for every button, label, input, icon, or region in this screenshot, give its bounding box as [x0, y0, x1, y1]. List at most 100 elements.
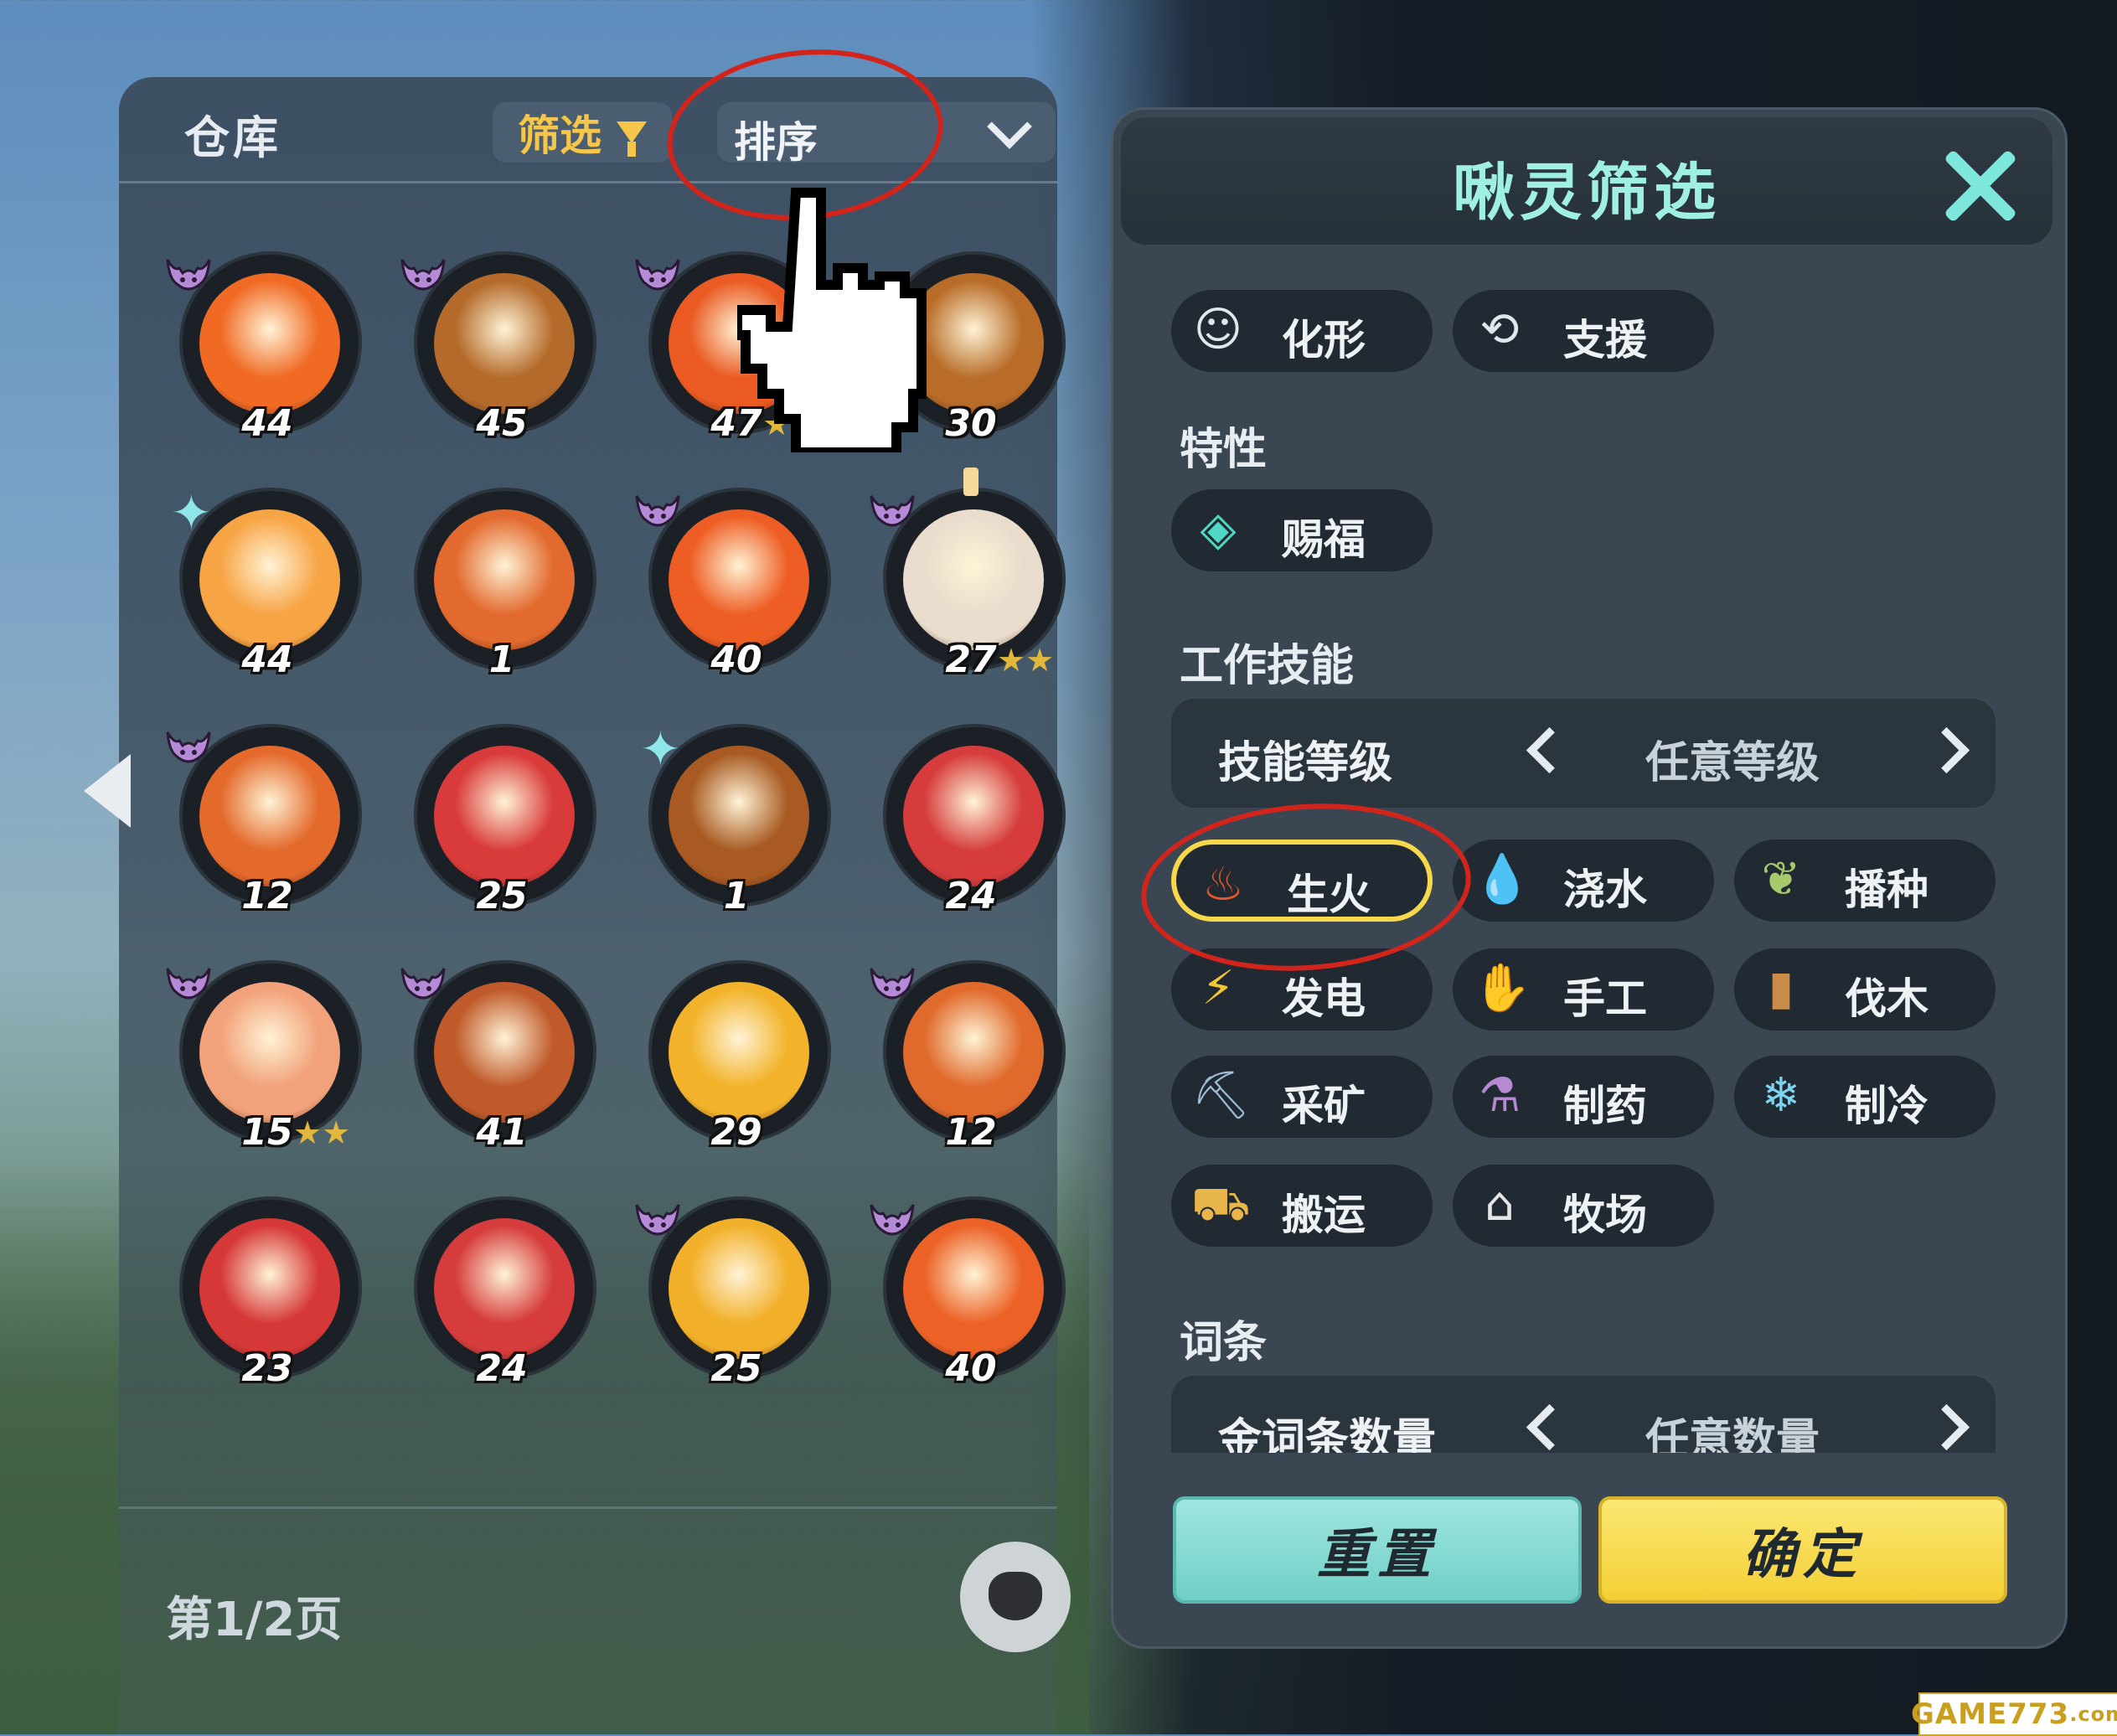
pal-portrait: [669, 1218, 809, 1359]
cart-icon: ⛟: [1191, 1177, 1251, 1232]
pal-portrait: [903, 509, 1044, 650]
trait-section-title: 特性: [1180, 425, 1268, 475]
work-skill-chip[interactable]: ⌂ 牧场: [1453, 1165, 1714, 1247]
reset-button[interactable]: 重置: [1173, 1496, 1582, 1604]
pal-level: 41: [476, 1111, 528, 1154]
pal-slot[interactable]: 40: [635, 484, 831, 681]
pal-level: 24: [476, 1347, 528, 1390]
boss-horn-icon: [635, 259, 680, 291]
pal-slot[interactable]: 24: [880, 721, 1066, 917]
hand-cursor-icon: [737, 188, 927, 452]
skill-level-selector: 技能等级 任意等级: [1171, 699, 1996, 808]
chevron-left-icon[interactable]: [1526, 1403, 1573, 1451]
work-skill-label: 制药: [1563, 1082, 1647, 1130]
pal-level: 29: [710, 1111, 762, 1154]
pal-portrait: [434, 509, 575, 650]
work-skill-chip[interactable]: ❄ 制冷: [1734, 1056, 1996, 1138]
chevron-left-icon[interactable]: [1526, 726, 1573, 774]
pal-slot[interactable]: 41: [400, 957, 596, 1154]
work-skill-chip[interactable]: ❦ 播种: [1734, 840, 1996, 922]
chip-transform[interactable]: ☺ 化形: [1171, 290, 1433, 372]
boss-horn-icon: [870, 1204, 915, 1236]
chevron-right-icon[interactable]: [1923, 1403, 1970, 1451]
rare-sparkle-icon: ✦: [640, 721, 681, 778]
pal-portrait: [199, 509, 340, 650]
pal-slot[interactable]: 25: [635, 1193, 831, 1390]
pal-portrait: [903, 982, 1044, 1123]
pal-slot[interactable]: 27 ★★: [870, 468, 1066, 681]
pal-level: 40: [710, 638, 762, 681]
confirm-button[interactable]: 确定: [1598, 1496, 2007, 1604]
pal-slot[interactable]: 44: [166, 248, 362, 445]
boss-horn-icon: [635, 495, 680, 527]
filter-button-label: 筛选: [518, 111, 602, 160]
work-skill-label: 采矿: [1282, 1082, 1366, 1130]
blessing-icon: ◈: [1200, 502, 1237, 556]
support-icon: ⟲: [1479, 302, 1520, 357]
boss-horn-icon: [166, 968, 211, 1000]
filter-button[interactable]: 筛选: [493, 102, 672, 163]
pal-portrait: [199, 1218, 340, 1359]
work-skill-section-title: 工作技能: [1180, 641, 1355, 691]
rare-sparkle-icon: ✦: [171, 484, 212, 541]
release-pal-button[interactable]: [960, 1542, 1071, 1652]
pig-icon: [989, 1572, 1042, 1620]
pal-slot[interactable]: 23: [176, 1193, 362, 1390]
work-skill-label: 伐木: [1845, 974, 1929, 1023]
work-skill-label: 发电: [1282, 974, 1366, 1023]
boss-horn-icon: [166, 259, 211, 291]
skill-level-label: 技能等级: [1218, 738, 1393, 788]
handcraft-icon: ✋: [1473, 961, 1531, 1015]
close-icon[interactable]: [1937, 144, 2021, 228]
boss-horn-icon: [400, 968, 446, 1000]
pal-slot[interactable]: 24: [410, 1193, 596, 1390]
entry-section-title: 词条: [1180, 1318, 1268, 1368]
boss-horn-icon: [870, 968, 915, 1000]
electric-icon: ⚡: [1201, 961, 1235, 1015]
lumber-icon: ▮: [1768, 961, 1794, 1015]
pal-level: 1: [488, 638, 515, 681]
pal-portrait: [903, 746, 1044, 886]
pal-slot[interactable]: 12: [166, 721, 362, 917]
header-divider: [119, 181, 1057, 183]
prev-page-arrow-icon[interactable]: [84, 754, 131, 828]
pal-level: 44: [241, 638, 293, 681]
pickaxe-icon: ⛏: [1191, 1068, 1252, 1123]
pal-level: 44: [241, 402, 293, 445]
pal-slot[interactable]: 25: [410, 721, 596, 917]
ranch-icon: ⌂: [1484, 1177, 1515, 1232]
work-skill-chip[interactable]: ⛏ 采矿: [1171, 1056, 1433, 1138]
boss-horn-icon: [166, 731, 211, 763]
work-skill-chip[interactable]: ✋ 手工: [1453, 948, 1714, 1031]
pal-slot[interactable]: 12: [870, 957, 1066, 1154]
chip-blessing[interactable]: ◈ 赐福: [1171, 489, 1433, 571]
chevron-right-icon[interactable]: [1923, 726, 1970, 774]
work-skill-chip[interactable]: ⛟ 搬运: [1171, 1165, 1433, 1247]
chevron-down-icon: [987, 104, 1032, 149]
work-skill-chip[interactable]: 💧 浇水: [1453, 840, 1714, 922]
pal-portrait: [669, 982, 809, 1123]
pal-portrait: [434, 982, 575, 1123]
pal-portrait: [199, 982, 340, 1123]
gold-entry-selector: 金词条数量 任意数量: [1171, 1376, 1996, 1465]
candle-icon: [963, 468, 978, 496]
work-skill-label: 播种: [1845, 865, 1929, 914]
skill-level-value: 任意等级: [1645, 738, 1820, 788]
pal-slot[interactable]: 15 ★★: [166, 957, 362, 1154]
pal-slot[interactable]: 1 ✦: [640, 721, 831, 917]
funnel-icon: [617, 121, 647, 157]
work-skill-chip[interactable]: ⚗ 制药: [1453, 1056, 1714, 1138]
pal-slot[interactable]: 45: [400, 248, 596, 445]
pal-slot[interactable]: 1: [410, 484, 596, 681]
pal-portrait: [669, 509, 809, 650]
watermark-suffix: .com: [2069, 1702, 2117, 1726]
chip-label: 支援: [1563, 316, 1647, 364]
pal-slot[interactable]: 29: [645, 957, 831, 1154]
pal-slot[interactable]: 40: [870, 1193, 1066, 1390]
pal-portrait: [669, 746, 809, 886]
pal-slot[interactable]: 44 ✦: [171, 484, 362, 681]
chip-support[interactable]: ⟲ 支援: [1453, 290, 1714, 372]
pal-level: 40: [945, 1347, 997, 1390]
work-skill-chip[interactable]: ▮ 伐木: [1734, 948, 1996, 1031]
scroll-fade: [1123, 1453, 2052, 1478]
